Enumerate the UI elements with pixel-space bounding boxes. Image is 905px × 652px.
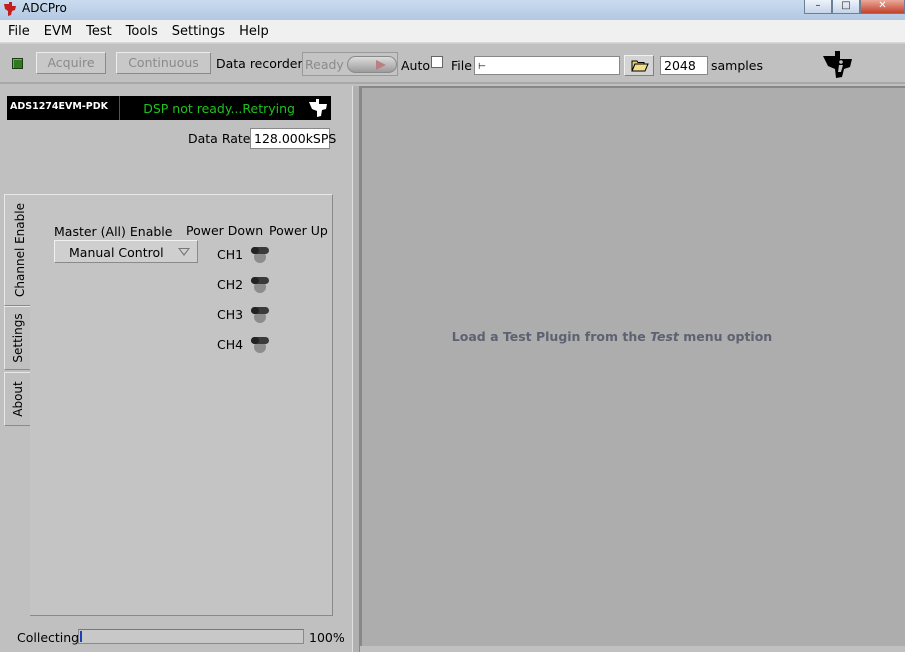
record-icon	[376, 60, 386, 70]
file-label: File	[451, 58, 472, 73]
evm-panel: ADS1274EVM-PDK DSP not ready...Retrying …	[0, 86, 352, 652]
menu-bar: File EVM Test Tools Settings Help	[0, 20, 905, 43]
tab-settings[interactable]: Settings	[4, 306, 31, 370]
ch1-label: CH1	[217, 247, 244, 262]
plugin-message-test: Test	[650, 329, 679, 344]
device-status: DSP not ready...Retrying	[143, 101, 295, 116]
menu-tools[interactable]: Tools	[119, 24, 165, 39]
maximize-button[interactable]: □	[832, 0, 860, 14]
auto-label: Auto	[401, 58, 431, 73]
data-rate-label: Data Rate	[188, 131, 251, 146]
app-area: Acquire Continuous Data recorder Ready A…	[0, 44, 905, 652]
tab-about-label: About	[11, 381, 25, 417]
auto-checkbox[interactable]	[431, 56, 443, 68]
tab-about[interactable]: About	[4, 372, 31, 426]
file-path-icon: ⊢	[478, 62, 486, 72]
progress-fill	[80, 631, 82, 642]
close-button[interactable]: ✕	[860, 0, 905, 14]
window-title: ADCPro	[22, 1, 67, 15]
status-led	[12, 58, 23, 69]
ch3-toggle-switch[interactable]	[247, 302, 273, 324]
panel-splitter[interactable]	[352, 86, 360, 652]
ch4-toggle-switch[interactable]	[247, 332, 273, 354]
device-name: ADS1274EVM-PDK	[10, 101, 108, 112]
ch2-toggle-switch[interactable]	[247, 272, 273, 294]
menu-evm[interactable]: EVM	[37, 24, 79, 39]
channel-row-ch3: CH3	[217, 302, 277, 328]
ready-status: Ready	[305, 57, 344, 72]
menu-file[interactable]: File	[0, 24, 37, 39]
ti-logo-icon	[309, 99, 327, 117]
menu-test[interactable]: Test	[79, 24, 119, 39]
continuous-button[interactable]: Continuous	[116, 52, 211, 74]
record-button[interactable]	[347, 56, 397, 73]
title-bar: ADCPro – □ ✕	[0, 0, 905, 20]
ti-logo-icon	[4, 2, 16, 16]
master-enable-value: Manual Control	[69, 245, 164, 260]
collecting-label: Collecting	[17, 630, 80, 645]
tab-settings-label: Settings	[11, 313, 25, 363]
plugin-message-suffix: menu option	[683, 329, 773, 344]
progress-percent-label: 100%	[309, 630, 345, 645]
folder-open-icon	[631, 60, 649, 72]
file-path-input[interactable]: ⊢	[474, 56, 620, 75]
test-plugin-area: Load a Test Plugin from the Test menu op…	[360, 86, 905, 646]
master-enable-dropdown[interactable]: Manual Control	[54, 240, 198, 263]
plugin-message-prefix: Load a Test Plugin from the	[451, 329, 646, 344]
channel-row-ch1: CH1	[217, 242, 277, 268]
tab-channel-enable-label: Channel Enable	[12, 203, 27, 297]
samples-input[interactable]: 2048	[660, 56, 708, 75]
recorder-control: Ready	[302, 52, 398, 76]
ch4-label: CH4	[217, 337, 244, 352]
data-rate-input[interactable]: 128.000kSPS	[250, 128, 336, 149]
menu-settings[interactable]: Settings	[165, 24, 232, 39]
samples-label: samples	[711, 58, 763, 73]
master-enable-label: Master (All) Enable	[54, 224, 173, 239]
menu-help[interactable]: Help	[232, 24, 276, 39]
chevron-down-icon	[178, 248, 190, 256]
ch1-toggle-switch[interactable]	[247, 242, 273, 264]
browse-folder-button[interactable]	[624, 55, 654, 76]
power-down-label: Power Down	[186, 223, 264, 238]
minimize-button[interactable]: –	[804, 0, 832, 14]
plugin-message: Load a Test Plugin from the Test menu op…	[362, 329, 862, 344]
acquire-button[interactable]: Acquire	[36, 52, 106, 74]
power-up-label: Power Up	[269, 223, 328, 238]
ch2-label: CH2	[217, 277, 244, 292]
channel-row-ch2: CH2	[217, 272, 277, 298]
ch3-label: CH3	[217, 307, 244, 322]
ti-logo-icon	[823, 51, 852, 78]
collecting-progress-bar	[78, 629, 304, 644]
toolbar: Acquire Continuous Data recorder Ready A…	[0, 44, 905, 84]
device-header: ADS1274EVM-PDK DSP not ready...Retrying	[7, 96, 331, 120]
channel-row-ch4: CH4	[217, 332, 277, 358]
data-recorder-label: Data recorder	[216, 56, 303, 71]
window-controls: – □ ✕	[804, 0, 905, 14]
